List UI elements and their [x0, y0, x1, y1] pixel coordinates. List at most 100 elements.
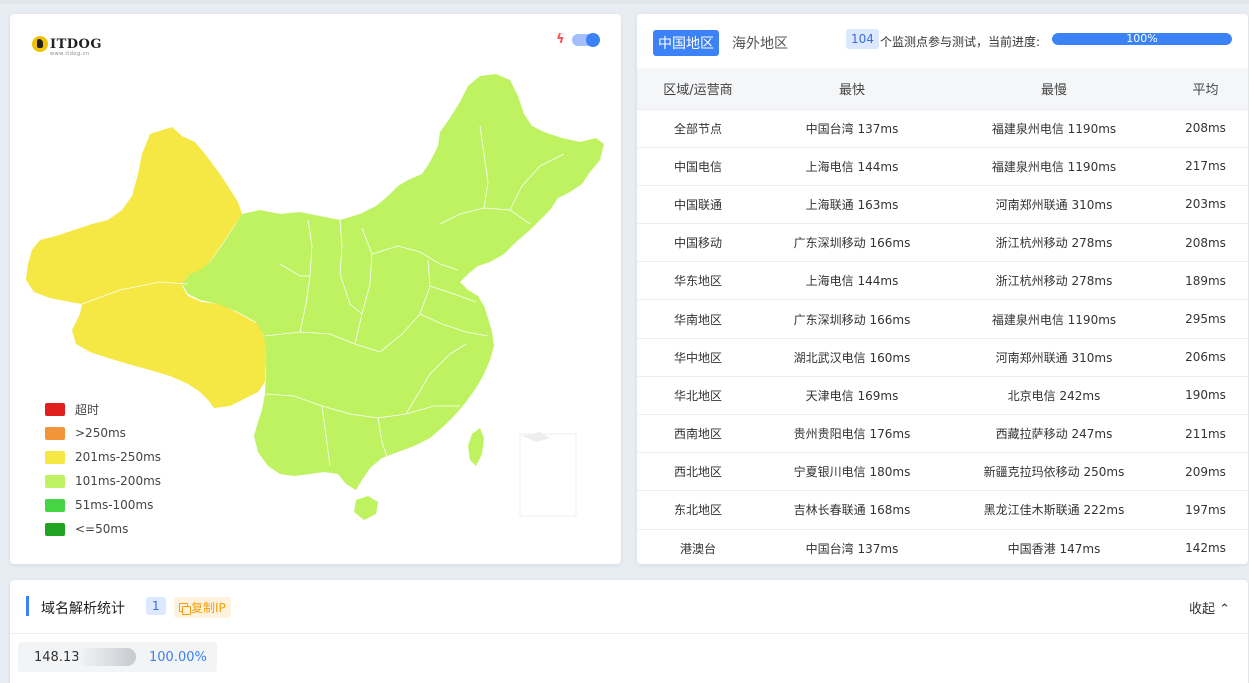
table-row: 华北地区 天津电信 169ms 北京电信 242ms 190ms [637, 376, 1248, 414]
table-cell: 吉林长春联通 168ms [793, 503, 911, 518]
table-cell: 黑龙江佳木斯联通 222ms [983, 503, 1125, 518]
table-cell: 广东深圳移动 166ms [793, 312, 911, 327]
table-row: 港澳台 中国台湾 137ms 中国香港 147ms 142ms [637, 529, 1248, 564]
table-cell: 中国台湾 137ms [805, 121, 899, 136]
map-legend: 超时 >250ms 201ms-250ms 101ms-200ms 51ms-100ms… [45, 397, 161, 541]
legend-item[interactable]: 51ms-100ms [45, 493, 161, 517]
progress-fill: 100% [1052, 33, 1232, 45]
table-row: 中国移动 广东深圳移动 166ms 浙江杭州移动 278ms 208ms [637, 223, 1248, 262]
dns-card: 域名解析统计 1 复制IP 收起 ⌃ 148.13 100.00% [10, 580, 1248, 683]
map-region-east[interactable] [182, 74, 604, 490]
header-average[interactable]: 平均 [1163, 68, 1248, 109]
itdog-logo: ITDOG [32, 36, 102, 52]
chevron-up-icon: ⌃ [1219, 602, 1230, 617]
legend-label: 101ms-200ms [75, 474, 162, 488]
dog-icon [32, 36, 48, 52]
table-cell: 206ms [1185, 350, 1226, 365]
tab-overseas[interactable]: 海外地区 [727, 30, 793, 56]
table-cell: 上海电信 144ms [805, 274, 899, 289]
toggle-knob [586, 33, 600, 47]
legend-swatch [45, 522, 65, 536]
copy-icon [179, 603, 191, 615]
table-cell: 新疆克拉玛依移动 250ms [983, 465, 1125, 480]
table-cell: 贵州贵阳电信 176ms [793, 427, 911, 442]
legend-label: 51ms-100ms [75, 498, 154, 512]
legend-label: >250ms [75, 426, 126, 440]
table-cell: 浙江杭州移动 278ms [995, 236, 1113, 251]
map-region-taiwan[interactable] [468, 428, 484, 466]
legend-label: <=50ms [75, 522, 129, 536]
table-cell: 华北地区 [673, 388, 722, 403]
ip-address: 148.13 [34, 650, 80, 665]
legend-item[interactable]: 101ms-200ms [45, 469, 161, 493]
legend-label: 超时 [75, 402, 100, 417]
table-cell: 217ms [1185, 159, 1226, 174]
table-row: 华中地区 湖北武汉电信 160ms 河南郑州联通 310ms 206ms [637, 338, 1248, 376]
table-cell: 湖北武汉电信 160ms [793, 350, 911, 365]
table-row: 华东地区 上海电信 144ms 浙江杭州移动 278ms 189ms [637, 261, 1248, 300]
legend-item[interactable]: 超时 [45, 397, 161, 421]
table-row: 东北地区 吉林长春联通 168ms 黑龙江佳木斯联通 222ms 197ms [637, 490, 1248, 529]
table-cell: 福建泉州电信 1190ms [991, 312, 1117, 327]
table-cell: 197ms [1185, 502, 1226, 517]
table-cell: 北京电信 242ms [1007, 388, 1101, 403]
table-cell: 河南郑州联通 310ms [995, 350, 1113, 365]
table-cell: 295ms [1185, 312, 1226, 327]
table-cell: 天津电信 169ms [805, 388, 899, 403]
table-row: 华南地区 广东深圳移动 166ms 福建泉州电信 1190ms 295ms [637, 299, 1248, 338]
table-cell: 中国联通 [673, 197, 722, 212]
legend-swatch [45, 426, 65, 440]
tab-china[interactable]: 中国地区 [653, 30, 719, 56]
copy-ip-button[interactable]: 复制IP [174, 597, 231, 618]
table-row: 全部节点 中国台湾 137ms 福建泉州电信 1190ms 208ms [637, 109, 1248, 147]
table-row: 西北地区 宁夏银川电信 180ms 新疆克拉玛依移动 250ms 209ms [637, 452, 1248, 491]
table-cell: 189ms [1185, 273, 1226, 288]
south-sea-inset [519, 432, 577, 517]
header-fastest[interactable]: 最快 [759, 68, 945, 109]
table-cell: 宁夏银川电信 180ms [793, 465, 911, 480]
copy-ip-label: 复制IP [191, 601, 226, 615]
table-cell: 211ms [1185, 426, 1226, 441]
table-cell: 全部节点 [673, 121, 722, 136]
map-toggle[interactable] [572, 33, 600, 47]
table-cell: 广东深圳移动 166ms [793, 236, 911, 251]
table-cell: 上海联通 163ms [805, 197, 899, 212]
ip-percentage: 100.00% [149, 650, 207, 665]
table-header-row: 区域/运营商 最快 最慢 平均 [637, 68, 1248, 109]
results-table: 区域/运营商 最快 最慢 平均 全部节点 中国台湾 137ms 福建泉州电信 119… [637, 68, 1248, 564]
progress-bar: 100% [1052, 33, 1232, 45]
table-cell: 208ms [1185, 121, 1226, 136]
map-card: ITDOG www.itdog.cn ϟ 超时 >250ms 201ms-250ms… [10, 14, 621, 564]
progress-label: 个监测点参与测试，当前进度: [880, 35, 1041, 49]
legend-item[interactable]: >250ms [45, 421, 161, 445]
lightning-icon: ϟ [556, 32, 565, 47]
map-region-hainan[interactable] [354, 496, 378, 520]
table-cell: 河南郑州联通 310ms [995, 197, 1113, 212]
table-cell: 203ms [1185, 197, 1226, 212]
legend-swatch [45, 402, 65, 416]
legend-item[interactable]: <=50ms [45, 517, 161, 541]
table-cell: 190ms [1185, 388, 1226, 403]
legend-swatch [45, 450, 65, 464]
ip-redaction [78, 648, 136, 666]
legend-item[interactable]: 201ms-250ms [45, 445, 161, 469]
table-cell: 中国移动 [673, 236, 722, 251]
table-cell: 中国电信 [673, 159, 722, 174]
table-cell: 福建泉州电信 1190ms [991, 159, 1117, 174]
table-row: 西南地区 贵州贵阳电信 176ms 西藏拉萨移动 247ms 211ms [637, 414, 1248, 453]
header-slowest[interactable]: 最慢 [945, 68, 1163, 109]
section-accent-bar [26, 596, 29, 616]
header-region[interactable]: 区域/运营商 [637, 68, 759, 109]
collapse-button[interactable]: 收起 ⌃ [1189, 598, 1230, 617]
table-row: 中国联通 上海联通 163ms 河南郑州联通 310ms 203ms [637, 185, 1248, 223]
ip-chip[interactable]: 148.13 100.00% [18, 642, 217, 672]
dns-title: 域名解析统计 [41, 601, 125, 617]
logo-text: ITDOG [50, 36, 102, 52]
dns-count-badge: 1 [146, 597, 166, 615]
table-row: 中国电信 上海电信 144ms 福建泉州电信 1190ms 217ms [637, 147, 1248, 185]
node-count-badge: 104 [846, 29, 879, 49]
divider [10, 633, 1248, 634]
table-cell: 西藏拉萨移动 247ms [995, 427, 1113, 442]
table-cell: 华中地区 [673, 350, 722, 365]
table-cell: 西南地区 [673, 427, 722, 442]
